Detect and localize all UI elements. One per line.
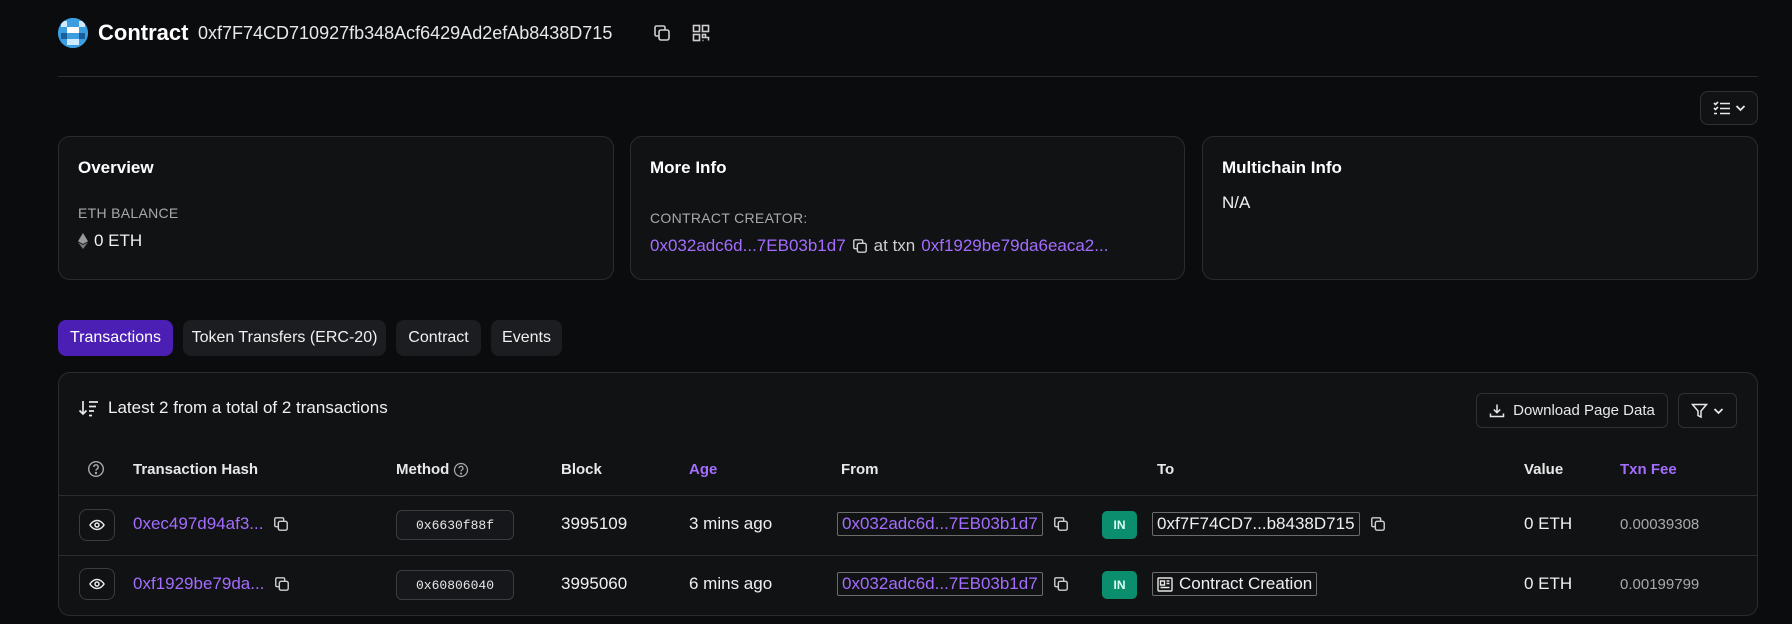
sort-descending-icon	[78, 401, 98, 417]
copy-icon[interactable]	[274, 576, 290, 592]
header-divider	[58, 76, 1758, 77]
view-options-button[interactable]	[1700, 91, 1758, 125]
table-row-hash: 0xec497d94af3...	[133, 514, 289, 534]
to-contract-creation-text: Contract Creation	[1179, 574, 1313, 593]
overview-card: Overview ETH BALANCE 0 ETH	[58, 136, 614, 280]
tab-transactions[interactable]: Transactions	[58, 320, 173, 356]
method-badge: 0x6630f88f	[396, 510, 514, 540]
from-address-cell: 0x032adc6d...7EB03b1d7	[837, 572, 1069, 596]
eth-balance-row: 0 ETH	[78, 231, 142, 251]
txn-fee-value: 0.00039308	[1620, 516, 1700, 533]
eye-icon	[89, 519, 105, 531]
method-header-label: Method	[396, 461, 450, 478]
preview-eye-button[interactable]	[79, 509, 115, 541]
qr-code-icon[interactable]	[690, 22, 712, 44]
help-icon[interactable]	[453, 462, 469, 478]
tab-token-transfers[interactable]: Token Transfers (ERC-20)	[183, 320, 386, 356]
copy-icon[interactable]	[1053, 576, 1069, 592]
checklist-icon	[1712, 101, 1730, 115]
contract-creator-label: CONTRACT CREATOR:	[650, 210, 808, 226]
overview-title: Overview	[78, 158, 154, 177]
download-page-data-button[interactable]: Download Page Data	[1476, 393, 1668, 428]
multichain-info-title: Multichain Info	[1222, 158, 1342, 177]
copy-icon[interactable]	[651, 22, 673, 44]
chevron-down-icon	[1735, 105, 1745, 112]
preview-eye-button[interactable]	[79, 568, 115, 600]
block-link[interactable]: 3995060	[561, 574, 627, 594]
chevron-down-icon	[1713, 407, 1724, 414]
eye-icon	[89, 578, 105, 590]
copy-icon[interactable]	[1053, 516, 1069, 532]
transaction-hash-link[interactable]: 0xec497d94af3...	[133, 514, 263, 534]
copy-icon[interactable]	[1370, 516, 1386, 532]
column-header-txn-fee[interactable]: Txn Fee	[1620, 461, 1677, 478]
more-info-title: More Info	[650, 158, 727, 177]
to-address-value: 0xf7F74CD7...b8438D715	[1152, 512, 1360, 536]
column-header-from: From	[841, 461, 879, 478]
creator-address-link[interactable]: 0x032adc6d...7EB03b1d7	[650, 236, 846, 256]
contract-avatar-icon	[58, 18, 88, 48]
transactions-summary: Latest 2 from a total of 2 transactions	[78, 398, 388, 418]
column-header-to: To	[1157, 461, 1175, 478]
tab-contract[interactable]: Contract	[396, 320, 481, 356]
at-txn-text: at txn	[873, 236, 916, 255]
direction-in-badge: IN	[1102, 511, 1137, 539]
more-info-card: More Info CONTRACT CREATOR: 0x032adc6d..…	[630, 136, 1185, 280]
method-badge: 0x60806040	[396, 570, 514, 600]
filter-icon	[1691, 403, 1708, 418]
direction-in-badge: IN	[1102, 571, 1137, 599]
eth-balance-value: 0 ETH	[94, 231, 143, 250]
to-address-cell: 0xf7F74CD7...b8438D715	[1152, 512, 1386, 536]
from-address-cell: 0x032adc6d...7EB03b1d7	[837, 512, 1069, 536]
column-header-block: Block	[561, 461, 602, 478]
copy-icon[interactable]	[852, 238, 868, 254]
filter-button[interactable]	[1678, 393, 1737, 428]
summary-text: Latest 2 from a total of 2 transactions	[108, 398, 388, 417]
copy-icon[interactable]	[273, 516, 289, 532]
contract-creation-label: Contract Creation	[1152, 572, 1318, 596]
contract-creator-row: 0x032adc6d...7EB03b1d7 at txn 0xf1929be7…	[650, 236, 1108, 256]
multichain-info-value: N/A	[1222, 193, 1251, 212]
age-value: 3 mins ago	[689, 514, 773, 533]
row-divider	[59, 555, 1757, 556]
creator-txn-link[interactable]: 0xf1929be79da6eaca2...	[921, 236, 1108, 256]
download-label: Download Page Data	[1513, 402, 1655, 419]
document-icon	[1157, 576, 1173, 592]
column-header-method: Method	[396, 461, 469, 478]
from-address-link[interactable]: 0x032adc6d...7EB03b1d7	[837, 572, 1043, 596]
page-title: Contract	[98, 20, 189, 45]
column-header-transaction-hash: Transaction Hash	[133, 461, 259, 478]
header-row-divider	[59, 495, 1757, 496]
to-contract-creation-cell: Contract Creation	[1152, 572, 1318, 596]
column-header-value: Value	[1524, 461, 1564, 478]
tab-events[interactable]: Events	[491, 320, 562, 356]
column-header-age[interactable]: Age	[689, 461, 717, 478]
transaction-hash-link[interactable]: 0xf1929be79da...	[133, 574, 264, 594]
help-icon[interactable]	[87, 460, 105, 478]
eth-balance-label: ETH BALANCE	[78, 205, 179, 221]
value-amount: 0 ETH	[1524, 514, 1573, 533]
value-amount: 0 ETH	[1524, 574, 1573, 593]
age-value: 6 mins ago	[689, 574, 773, 593]
txn-fee-value: 0.00199799	[1620, 576, 1700, 593]
contract-address: 0xf7F74CD710927fb348Acf6429Ad2efAb8438D7…	[198, 23, 613, 43]
block-link[interactable]: 3995109	[561, 514, 627, 534]
multichain-info-card: Multichain Info N/A	[1202, 136, 1758, 280]
table-row-hash: 0xf1929be79da...	[133, 574, 290, 594]
from-address-link[interactable]: 0x032adc6d...7EB03b1d7	[837, 512, 1043, 536]
download-icon	[1489, 404, 1505, 417]
ethereum-icon	[78, 233, 88, 249]
